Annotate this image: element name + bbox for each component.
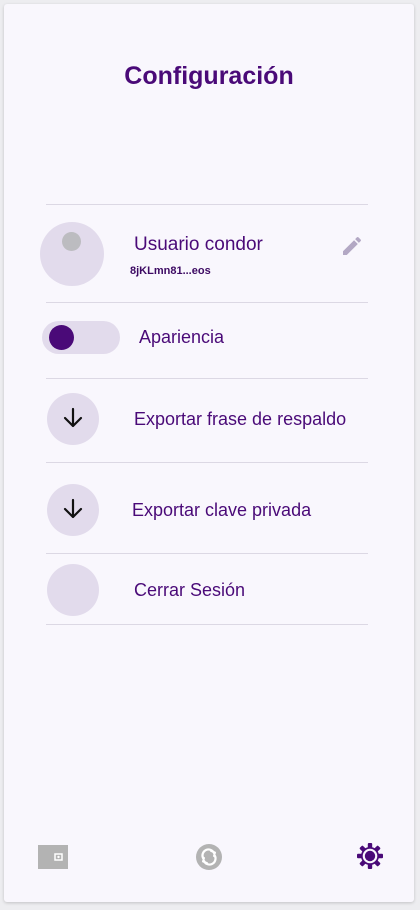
export-phrase-label[interactable]: Exportar frase de respaldo bbox=[134, 409, 346, 430]
settings-icon[interactable] bbox=[356, 842, 384, 870]
profile-name: Usuario condor bbox=[134, 234, 263, 255]
export-key-label[interactable]: Exportar clave privada bbox=[132, 500, 311, 521]
divider bbox=[46, 378, 368, 379]
arrow-down-icon bbox=[63, 498, 83, 519]
settings-screen: Configuración Usuario condor 8jKLmn81...… bbox=[4, 4, 414, 902]
avatar-placeholder-icon bbox=[62, 232, 81, 251]
avatar[interactable] bbox=[40, 222, 104, 286]
toggle-knob bbox=[49, 325, 74, 350]
export-phrase-button[interactable] bbox=[47, 393, 99, 445]
divider bbox=[46, 553, 368, 554]
logout-label[interactable]: Cerrar Sesión bbox=[134, 580, 245, 601]
appearance-label[interactable]: Apariencia bbox=[139, 327, 224, 348]
divider bbox=[46, 624, 368, 625]
divider bbox=[46, 462, 368, 463]
swap-icon[interactable] bbox=[195, 843, 223, 871]
wallet-address: 8jKLmn81...eos bbox=[130, 265, 211, 277]
arrow-down-icon bbox=[63, 407, 83, 428]
page-title: Configuración bbox=[124, 62, 294, 90]
pencil-icon[interactable] bbox=[340, 234, 364, 258]
appearance-toggle[interactable] bbox=[42, 321, 120, 354]
divider bbox=[46, 204, 368, 205]
logout-button[interactable] bbox=[47, 564, 99, 616]
export-key-button[interactable] bbox=[47, 484, 99, 536]
wallet-icon[interactable] bbox=[38, 845, 68, 869]
divider bbox=[46, 302, 368, 303]
